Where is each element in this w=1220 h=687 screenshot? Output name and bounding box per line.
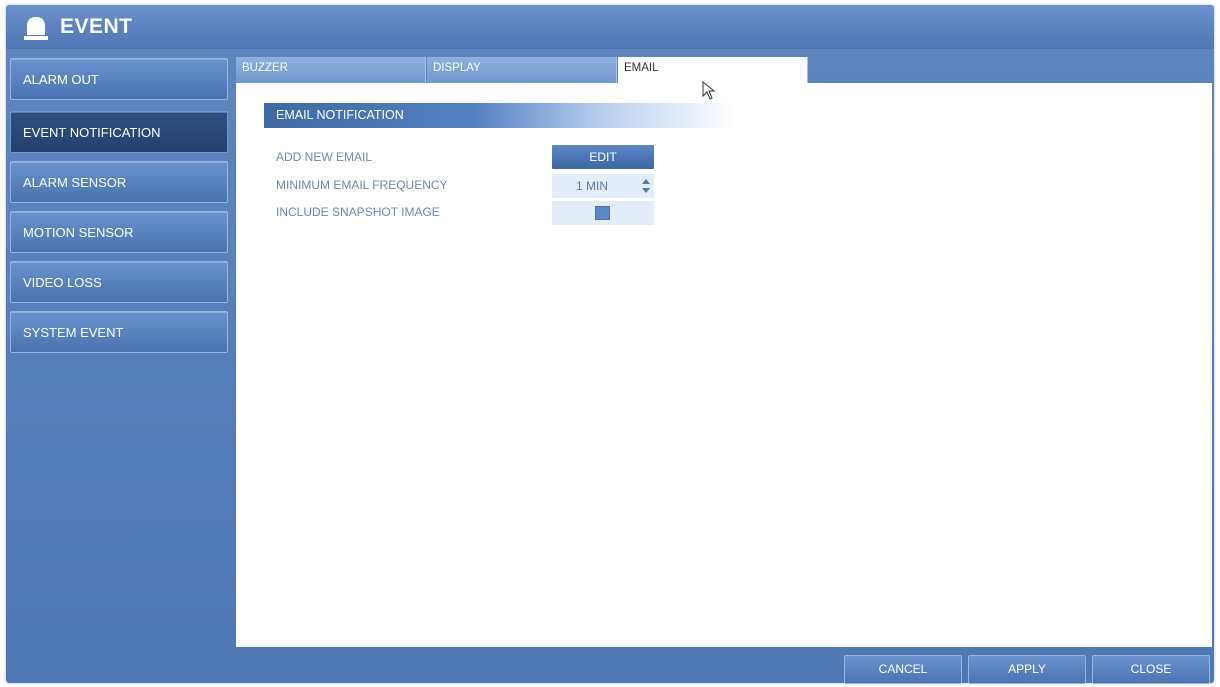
sidebar-item-alarm-sensor[interactable]: ALARM SENSOR (10, 161, 228, 203)
siren-icon (24, 17, 48, 40)
min-email-frequency-label: MINIMUM EMAIL FREQUENCY (276, 178, 448, 192)
close-button[interactable]: CLOSE (1092, 655, 1210, 684)
sidebar-item-video-loss[interactable]: VIDEO LOSS (10, 261, 228, 303)
include-snapshot-cell (552, 201, 654, 225)
min-email-frequency-spinner[interactable]: 1 MIN (552, 174, 654, 198)
sidebar-item-event-notification[interactable]: EVENT NOTIFICATION (10, 111, 228, 153)
section-header-email-notification: EMAIL NOTIFICATION (264, 103, 734, 128)
include-snapshot-label: INCLUDE SNAPSHOT IMAGE (276, 205, 440, 219)
sidebar-item-motion-sensor[interactable]: MOTION SENSOR (10, 211, 228, 253)
mouse-pointer-icon (702, 81, 716, 100)
event-window: EVENT ALARM OUT EVENT NOTIFICATION ALARM… (6, 5, 1214, 684)
tab-buzzer[interactable]: BUZZER (236, 57, 426, 85)
sidebar-item-system-event[interactable]: SYSTEM EVENT (10, 311, 228, 353)
min-email-frequency-value: 1 MIN (576, 179, 609, 193)
edit-email-button[interactable]: EDIT (552, 145, 654, 169)
email-settings-panel: EMAIL NOTIFICATION ADD NEW EMAIL EDIT MI… (236, 83, 1212, 647)
title-bar: EVENT (6, 5, 1214, 49)
apply-button[interactable]: APPLY (968, 655, 1086, 684)
up-down-arrows-icon[interactable] (642, 179, 650, 193)
cancel-button[interactable]: CANCEL (844, 655, 962, 684)
sidebar-item-alarm-out[interactable]: ALARM OUT (10, 58, 228, 100)
tab-display[interactable]: DISPLAY (427, 57, 617, 85)
include-snapshot-checkbox[interactable] (595, 206, 610, 220)
window-title: EVENT (60, 15, 133, 38)
add-new-email-label: ADD NEW EMAIL (276, 150, 373, 164)
